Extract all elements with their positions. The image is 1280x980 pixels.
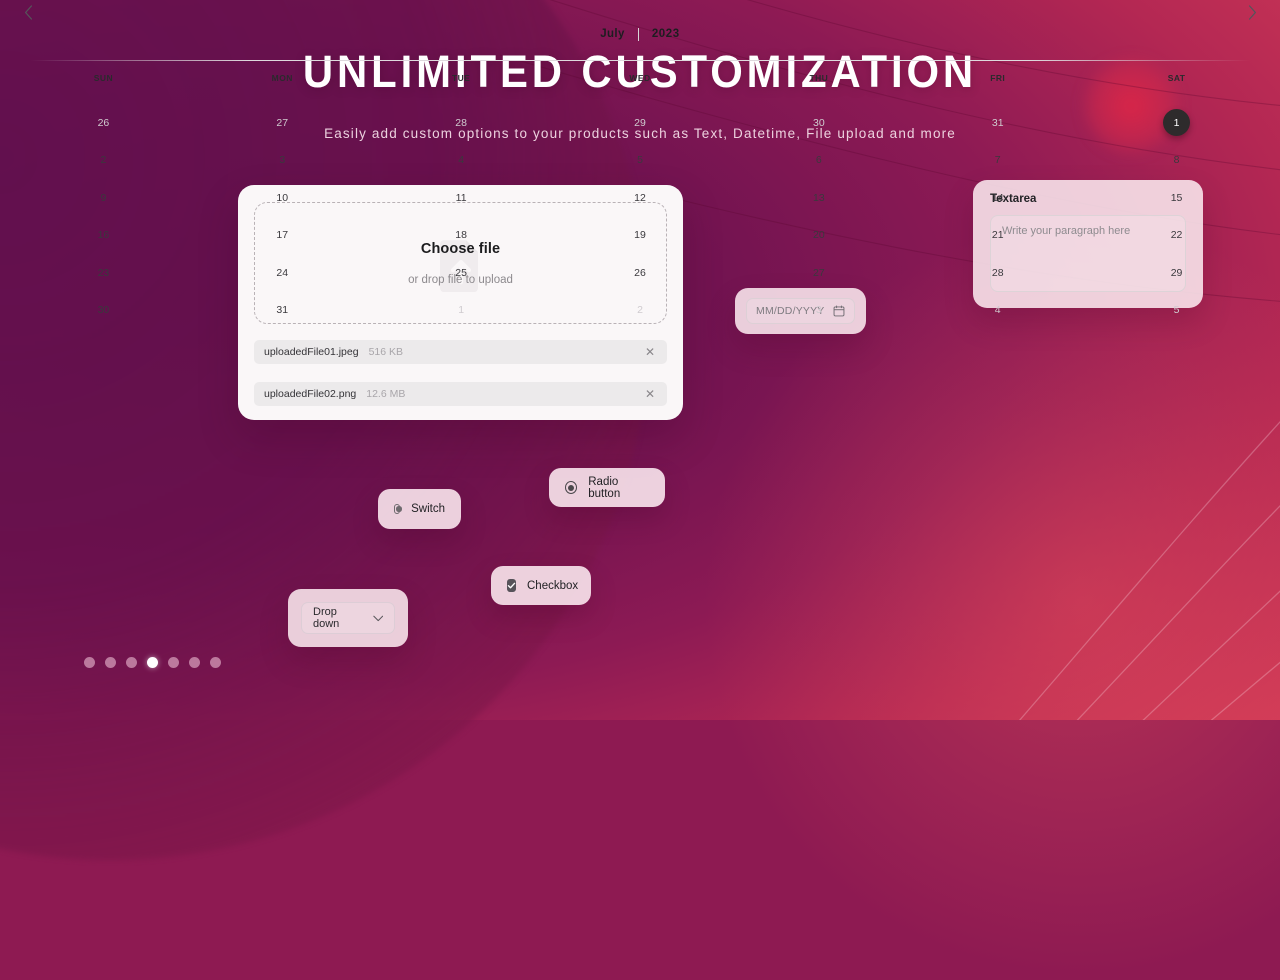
carousel-dot-active[interactable] (147, 657, 158, 668)
calendar-day[interactable]: 17 (193, 217, 372, 255)
calendar-day[interactable]: 31 (193, 292, 372, 330)
calendar-day[interactable]: 20 (729, 217, 908, 255)
calendar-weekday: TUE (451, 73, 471, 83)
radio-selected-icon[interactable] (565, 481, 578, 494)
calendar-grid: SUN MON TUE WED THU FRI SAT 26 27 28 29 30 31 1 2 3 4 5 6 7… (14, 73, 1266, 329)
toggle-switch-icon[interactable] (394, 504, 402, 514)
calendar-day[interactable]: 21 (908, 217, 1087, 255)
calendar-prev-button[interactable] (16, 0, 40, 24)
chevron-down-icon (372, 615, 383, 621)
calendar-day[interactable]: 8 (1087, 142, 1266, 180)
checkbox-label: Checkbox (527, 579, 579, 592)
calendar-day[interactable]: 13 (729, 179, 908, 217)
carousel-dot[interactable] (189, 657, 200, 668)
calendar-day[interactable]: 11 (372, 179, 551, 217)
calendar-day[interactable]: 9 (14, 179, 193, 217)
switch-control[interactable]: Switch (378, 489, 461, 529)
calendar-day[interactable]: 3 (729, 292, 908, 330)
calendar-day[interactable]: 23 (14, 254, 193, 292)
uploaded-file-row: uploadedFile01.jpeg 516 KB ✕ (254, 340, 667, 364)
checkbox-control[interactable]: Checkbox (491, 566, 591, 605)
radio-label: Radio button (588, 475, 621, 500)
calendar-day[interactable]: 4 (908, 292, 1087, 330)
carousel-dot[interactable] (84, 657, 95, 668)
file-name: uploadedFile02.png (264, 388, 357, 400)
carousel-dot[interactable] (105, 657, 116, 668)
calendar-divider (637, 27, 639, 41)
close-icon[interactable]: ✕ (643, 388, 657, 400)
calendar-day[interactable]: 29 (551, 104, 730, 142)
carousel-dot[interactable] (126, 657, 137, 668)
file-size: 12.6 MB (366, 388, 406, 400)
calendar-day[interactable]: 27 (729, 254, 908, 292)
calendar-separator (30, 60, 1250, 61)
calendar-day[interactable]: 2 (14, 142, 193, 180)
calendar-day[interactable]: 29 (1087, 254, 1266, 292)
calendar-weekday: THU (809, 73, 829, 83)
calendar-next-button[interactable] (1240, 0, 1264, 24)
calendar-day-highlight: 1 (1163, 109, 1191, 137)
calendar-day[interactable]: 28 (908, 254, 1087, 292)
dropdown-card: Drop down (288, 589, 408, 647)
calendar-day[interactable]: 31 (908, 104, 1087, 142)
calendar-day[interactable]: 24 (193, 254, 372, 292)
calendar-day[interactable]: 25 (372, 254, 551, 292)
calendar-day[interactable]: 4 (372, 142, 551, 180)
calendar-day[interactable]: 1 (372, 292, 551, 330)
calendar-weekday: FRI (990, 73, 1006, 83)
calendar-day[interactable]: 27 (193, 104, 372, 142)
chevron-left-icon (24, 4, 32, 20)
calendar-day[interactable]: 30 (14, 292, 193, 330)
calendar-day[interactable]: 7 (908, 142, 1087, 180)
calendar-day[interactable]: 6 (729, 142, 908, 180)
calendar-weekday: SAT (1167, 73, 1186, 83)
dropdown-label: Drop down (313, 606, 340, 630)
calendar-day[interactable]: 3 (193, 142, 372, 180)
calendar-weekday: WED (629, 73, 651, 83)
carousel-dot[interactable] (210, 657, 221, 668)
calendar-day[interactable]: 5 (1087, 292, 1266, 330)
carousel-dot[interactable] (168, 657, 179, 668)
file-size: 516 KB (368, 346, 404, 358)
radio-control[interactable]: Radio button (549, 468, 665, 507)
calendar-weekday: MON (271, 73, 293, 83)
calendar-day[interactable]: 26 (551, 254, 730, 292)
close-icon[interactable]: ✕ (643, 346, 657, 358)
dropdown-select[interactable]: Drop down (301, 602, 395, 634)
calendar-weekday: SUN (93, 73, 114, 83)
switch-knob (396, 506, 402, 512)
checkbox-checked-icon[interactable] (507, 579, 516, 592)
uploaded-file-row: uploadedFile02.png 12.6 MB ✕ (254, 382, 667, 406)
calendar-day[interactable]: 16 (14, 217, 193, 255)
calendar-day[interactable]: 15 (1087, 179, 1266, 217)
check-icon (507, 582, 516, 589)
calendar-day-selected[interactable]: 1 (1087, 104, 1266, 142)
carousel-dots (84, 657, 221, 668)
radio-dot (568, 484, 575, 491)
calendar-day[interactable]: 12 (551, 179, 730, 217)
calendar-day[interactable]: 10 (193, 179, 372, 217)
calendar-header: July 2023 (0, 22, 1280, 46)
calendar-day[interactable]: 30 (729, 104, 908, 142)
calendar-day[interactable]: 14 (908, 179, 1087, 217)
file-name: uploadedFile01.jpeg (264, 346, 359, 358)
calendar-day[interactable]: 26 (14, 104, 193, 142)
switch-label: Switch (411, 503, 445, 515)
calendar-year[interactable]: 2023 (652, 28, 680, 40)
calendar-day[interactable]: 28 (372, 104, 551, 142)
calendar-month[interactable]: July (600, 28, 625, 40)
chevron-right-icon (1248, 4, 1256, 20)
calendar-day[interactable]: 2 (551, 292, 730, 330)
calendar-day[interactable]: 5 (551, 142, 730, 180)
calendar-day[interactable]: 19 (551, 217, 730, 255)
calendar-day[interactable]: 18 (372, 217, 551, 255)
calendar-day[interactable]: 22 (1087, 217, 1266, 255)
